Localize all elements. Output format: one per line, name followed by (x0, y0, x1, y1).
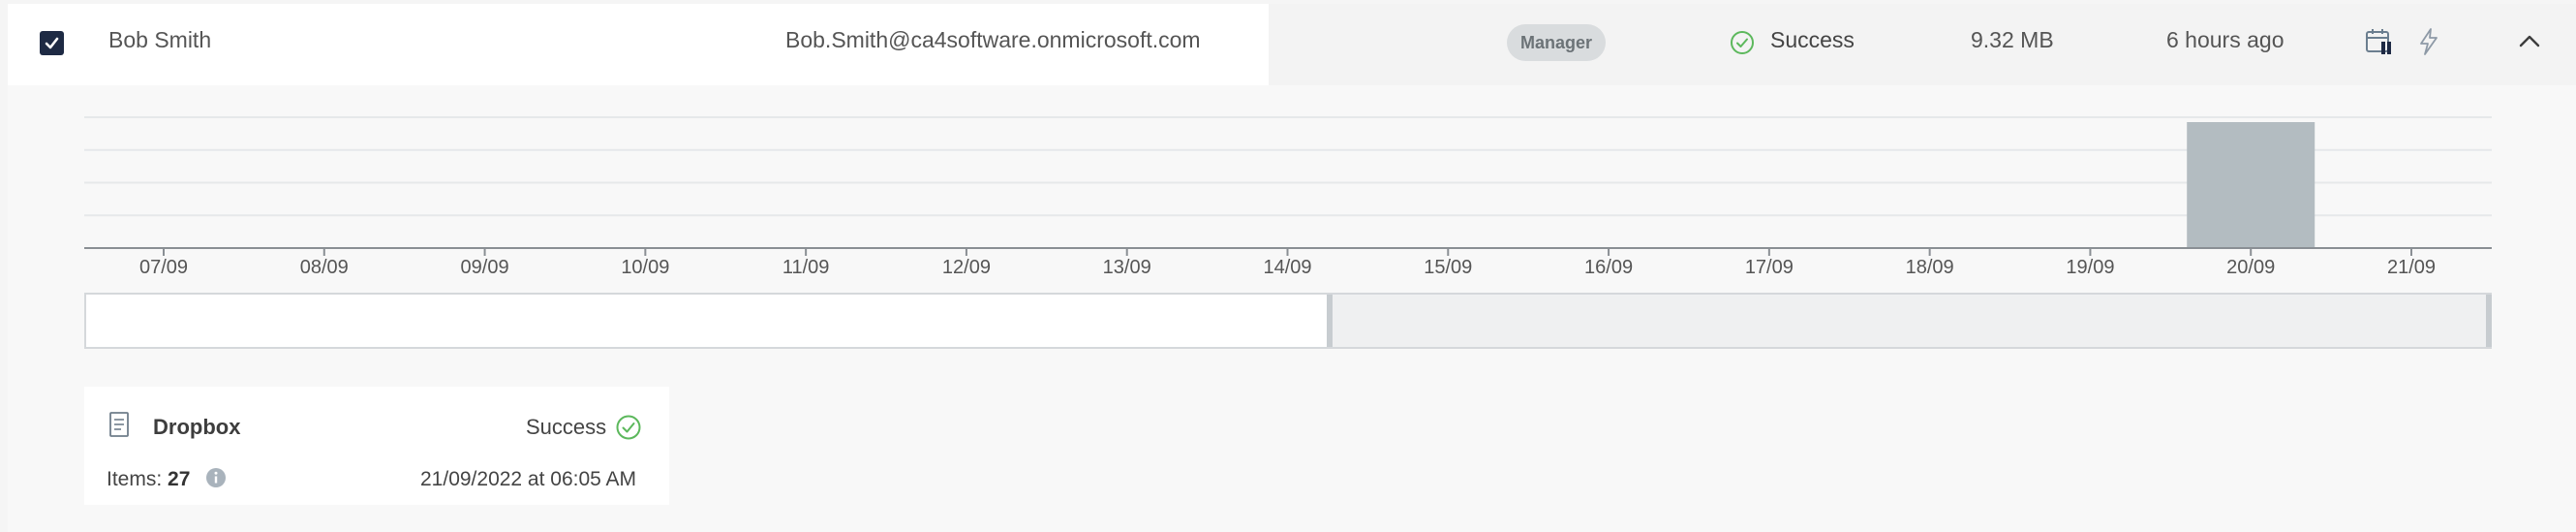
success-check-icon (616, 415, 641, 440)
x-tick-label: 16/09 (1584, 257, 1633, 278)
source-title: Dropbox (153, 415, 241, 439)
x-tick-label: 12/09 (942, 257, 991, 278)
backup-activity-chart: 07/09 08/09 09/09 10/09 11/09 12/09 13/09 14/09… (84, 116, 2492, 278)
items-value: 27 (168, 468, 191, 490)
chart-bar[interactable] (2187, 122, 2315, 248)
x-tick-label: 21/09 (2387, 257, 2436, 278)
x-tick-label: 18/09 (1906, 257, 1954, 278)
backup-date: 21/09/2022 at 06:05 AM (420, 468, 637, 490)
x-tick-label: 20/09 (2226, 257, 2275, 278)
x-tick-label: 10/09 (621, 257, 669, 278)
document-icon (109, 412, 129, 437)
info-icon[interactable] (205, 467, 227, 488)
items-count: Items: 27 (107, 468, 190, 491)
date-range-selection[interactable] (1329, 295, 2492, 347)
range-end-handle[interactable] (2486, 295, 2492, 347)
range-start-handle[interactable] (1327, 295, 1333, 347)
x-tick-label: 09/09 (461, 257, 509, 278)
source-status: Success (526, 415, 607, 439)
x-tick-label: 08/09 (300, 257, 349, 278)
x-tick-label: 19/09 (2066, 257, 2114, 278)
x-tick-label: 17/09 (1745, 257, 1794, 278)
x-tick-label: 14/09 (1263, 257, 1311, 278)
x-tick-label: 13/09 (1103, 257, 1151, 278)
x-tick-label: 15/09 (1424, 257, 1472, 278)
date-range-scroller[interactable] (84, 293, 2492, 349)
items-label: Items: (107, 468, 163, 490)
x-tick-label: 11/09 (782, 257, 830, 278)
x-tick-label: 07/09 (139, 257, 188, 278)
